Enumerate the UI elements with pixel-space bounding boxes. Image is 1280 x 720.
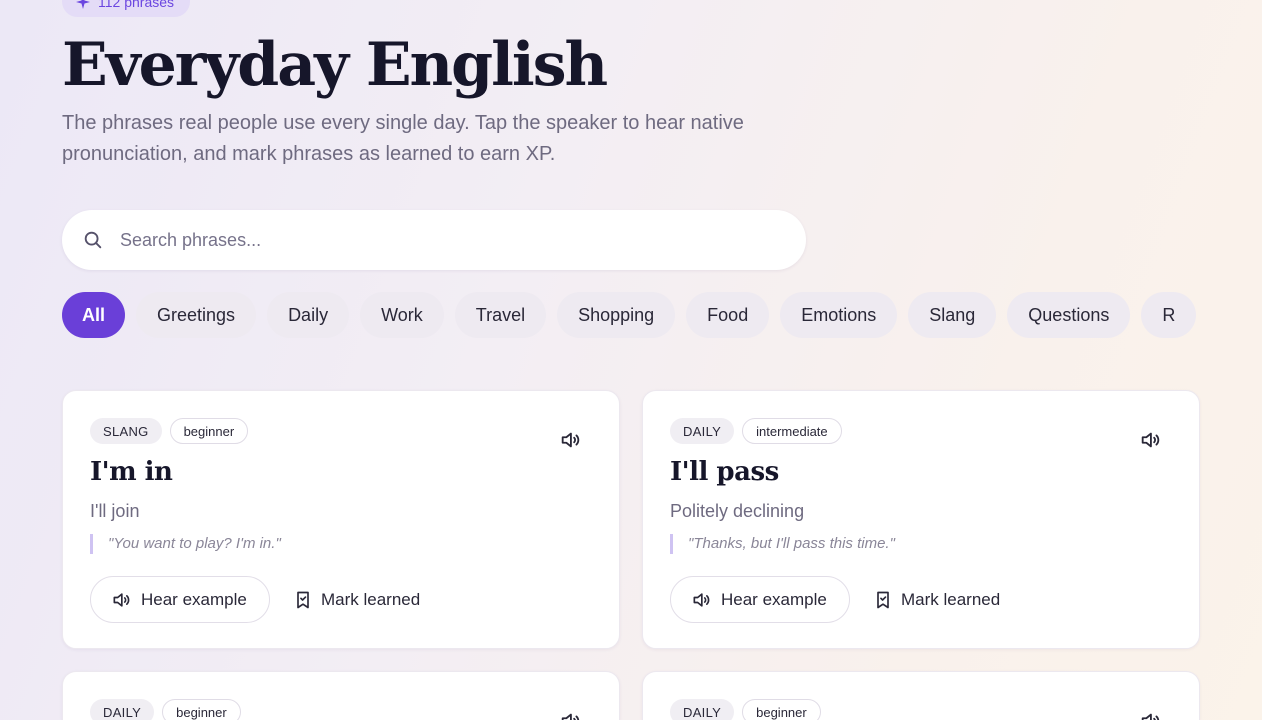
phrase-count-badge: 112 phrases <box>62 0 191 17</box>
hear-example-button[interactable]: Hear example <box>90 576 270 623</box>
phrase-example: "You want to play? I'm in." <box>90 534 281 554</box>
phrase-card: DAILY beginner <box>62 671 620 720</box>
phrase-title: I'll pass <box>670 457 779 487</box>
level-tag: beginner <box>162 699 241 720</box>
speaker-icon[interactable] <box>559 429 581 451</box>
phrase-title: I'm in <box>90 457 173 487</box>
phrase-meaning: Politely declining <box>670 501 805 521</box>
speaker-icon[interactable] <box>559 710 581 720</box>
category-tag: DAILY <box>670 418 735 444</box>
speaker-icon <box>113 592 130 607</box>
category-tag: DAILY <box>90 699 155 720</box>
page-subtitle: The phrases real people use every single… <box>62 112 744 165</box>
sparkle-icon <box>76 0 90 9</box>
filter-daily[interactable]: Daily <box>267 292 350 338</box>
filter-shopping[interactable]: Shopping <box>557 292 676 338</box>
phrase-card: DAILY intermediate I'll pass Politely de… <box>642 390 1200 649</box>
scrollbar-track[interactable] <box>1262 0 1280 720</box>
phrase-meaning: I'll join <box>90 501 140 521</box>
speaker-icon[interactable] <box>1139 429 1161 451</box>
card-tags: DAILY beginner <box>670 699 821 720</box>
filter-truncated[interactable]: R <box>1141 292 1197 338</box>
search-bar[interactable] <box>62 210 806 270</box>
search-input[interactable] <box>120 229 760 251</box>
phrase-count-label: 112 phrases <box>98 0 175 10</box>
speaker-icon <box>693 592 710 607</box>
card-tags: DAILY intermediate <box>670 418 842 444</box>
mark-learned-button[interactable]: Mark learned <box>873 576 1000 623</box>
hear-example-label: Hear example <box>721 589 827 609</box>
filter-emotions[interactable]: Emotions <box>780 292 898 338</box>
filter-slang[interactable]: Slang <box>908 292 997 338</box>
phrase-example: "Thanks, but I'll pass this time." <box>670 534 895 554</box>
card-tags: DAILY beginner <box>90 699 241 720</box>
level-tag: beginner <box>742 699 821 720</box>
page-title: Everyday English <box>62 30 608 100</box>
filter-greetings[interactable]: Greetings <box>136 292 257 338</box>
category-filters: All Greetings Daily Work Travel Shopping… <box>62 292 1200 338</box>
filter-food[interactable]: Food <box>686 292 770 338</box>
mark-learned-button[interactable]: Mark learned <box>293 576 420 623</box>
mark-learned-label: Mark learned <box>901 589 1001 609</box>
filter-questions[interactable]: Questions <box>1007 292 1131 338</box>
card-tags: SLANG beginner <box>90 418 249 444</box>
filter-travel[interactable]: Travel <box>454 292 547 338</box>
category-tag: DAILY <box>670 699 735 720</box>
filter-all[interactable]: All <box>62 292 126 338</box>
hear-example-label: Hear example <box>141 589 247 609</box>
mark-learned-label: Mark learned <box>321 589 421 609</box>
phrase-card: SLANG beginner I'm in I'll join "You wan… <box>62 390 620 649</box>
speaker-icon[interactable] <box>1139 710 1161 720</box>
search-icon <box>84 231 102 249</box>
bookmark-icon <box>297 591 309 608</box>
level-tag: intermediate <box>742 418 842 444</box>
filter-work[interactable]: Work <box>360 292 444 338</box>
level-tag: beginner <box>169 418 249 444</box>
hear-example-button[interactable]: Hear example <box>670 576 850 623</box>
bookmark-icon <box>877 591 889 608</box>
category-tag: SLANG <box>90 418 162 444</box>
phrase-card: DAILY beginner <box>642 671 1200 720</box>
